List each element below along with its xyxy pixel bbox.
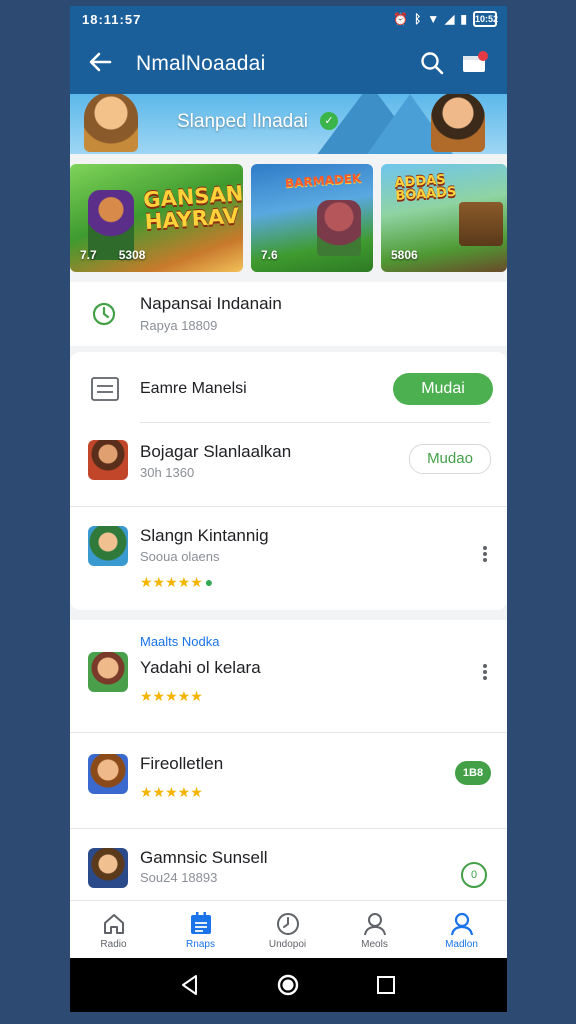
list-item-title: Bojagar Slanlaalkan (140, 442, 292, 461)
rating-stars: ★★★★★ ● (140, 574, 214, 590)
home-circle-icon[interactable] (274, 971, 302, 999)
divider (70, 828, 507, 829)
card-meta: 7.6 (261, 248, 278, 262)
clock-icon (277, 913, 299, 935)
recent-row[interactable]: Napansai Indanain Rapya 18809 (70, 282, 507, 346)
nav-item-meols[interactable]: Meols (331, 901, 418, 959)
card-meta: 7.7 5308 (80, 248, 145, 262)
thumb-icon: ● (204, 574, 214, 590)
card-downloads: 5806 (391, 248, 418, 262)
status-badge[interactable]: 0 (461, 862, 487, 888)
character-illustration (317, 200, 361, 256)
banner-text: Slanped Ilnadai (177, 111, 308, 132)
list-item-subtitle: 30h 1360 (140, 465, 195, 480)
wifi-icon: ▼ (427, 12, 440, 26)
account-icon (450, 912, 474, 936)
signal-icon: ◢ (445, 12, 455, 26)
featured-card[interactable]: GANSAN HAYRAV 7.7 5308 (70, 164, 243, 272)
nav-label: Madlon (445, 939, 478, 950)
recent-title: Napansai Indanain (140, 294, 282, 313)
game-logo: GANSAN HAYRAV (142, 181, 243, 235)
battery-icon: ▮ (460, 12, 467, 26)
status-badge[interactable]: 1B8 (455, 761, 491, 785)
game-icon (88, 526, 128, 566)
bottom-navigation: Radio Rnaps Undopoi Meols Madlon (70, 900, 507, 959)
divider (70, 506, 507, 507)
list-item-subtitle: Sou24 18893 (140, 870, 218, 885)
featured-card[interactable]: ADDAS BOAADS 5806 (381, 164, 507, 272)
battery-label: 10:52 (473, 11, 498, 27)
nav-label: Radio (100, 939, 127, 950)
clock-icon (92, 302, 116, 326)
more-options-icon[interactable] (481, 544, 489, 564)
back-triangle-icon[interactable] (176, 971, 204, 999)
nav-label: Meols (361, 939, 388, 950)
promo-banner[interactable]: Slanped Ilnadai ✓ (70, 94, 507, 154)
list-item-title: Slangn Kintannig (140, 526, 269, 545)
card-downloads: 5308 (118, 248, 146, 262)
notification-icon[interactable] (461, 50, 489, 74)
list-item-title: Fireolletlen (140, 754, 224, 773)
status-bar: 18:11:57 ⏰ ᛒ ▼ ◢ ▮ 10:52 (70, 6, 507, 32)
nav-label: Rnaps (186, 939, 215, 950)
list-item-title: Gamnsic Sunsell (140, 848, 268, 867)
rating-stars: ★★★★★ (140, 688, 203, 704)
page-title: NmalNoaadai (136, 52, 266, 75)
list-item-button[interactable]: Mudao (409, 444, 491, 474)
card-rating: 7.7 (80, 248, 97, 262)
nav-item-madlon[interactable]: Madlon (418, 901, 505, 959)
system-navigation-bar (70, 958, 507, 1012)
recent-subtitle: Rapya 18809 (140, 318, 218, 333)
rating-stars: ★★★★★ (140, 784, 203, 800)
nav-item-rnaps[interactable]: Rnaps (157, 901, 244, 959)
panel-header-title: Eamre Manelsi (140, 380, 247, 397)
phone-screen: 18:11:57 ⏰ ᛒ ▼ ◢ ▮ 10:52 NmalNoaadai Sla… (70, 6, 507, 1012)
featured-card[interactable]: BARMADEK 7.6 (251, 164, 373, 272)
status-icons: ⏰ ᛒ ▼ ◢ ▮ 10:52 (393, 11, 498, 27)
app-bar: NmalNoaadai (70, 32, 507, 94)
arrow-left-icon[interactable] (86, 48, 114, 76)
hut-illustration (459, 202, 503, 246)
home-icon (104, 914, 124, 934)
divider (140, 422, 490, 423)
card-rating: 7.6 (261, 248, 278, 262)
nav-item-radio[interactable]: Radio (70, 901, 157, 959)
status-time: 18:11:57 (82, 12, 142, 27)
list-item-title: Yadahi ol kelara (140, 658, 261, 677)
search-icon[interactable] (419, 50, 445, 76)
game-icon (88, 754, 128, 794)
divider (70, 732, 507, 733)
game-icon (88, 848, 128, 888)
list-item-subtitle: Sooua olaens (140, 549, 220, 564)
alarm-icon: ⏰ (393, 12, 409, 26)
nav-item-undopoi[interactable]: Undopoi (244, 901, 331, 959)
list-icon (90, 374, 120, 404)
bluetooth-icon: ᛒ (414, 12, 422, 26)
character-illustration-left (84, 94, 138, 152)
featured-carousel: GANSAN HAYRAV 7.7 5308 BARMADEK 7.6 ADDA… (70, 164, 507, 272)
check-icon: ✓ (320, 112, 338, 130)
character-illustration-right (431, 94, 485, 152)
panel-header-button[interactable]: Mudai (393, 373, 493, 405)
section-label[interactable]: Maalts Nodka (140, 634, 219, 649)
game-icon (88, 652, 128, 692)
more-options-icon[interactable] (481, 662, 489, 682)
game-icon (88, 440, 128, 480)
profile-icon (364, 913, 386, 936)
apps-icon (191, 912, 211, 934)
games-panel: Eamre Manelsi Mudai Bojagar Slanlaalkan … (70, 352, 507, 610)
card-meta: 5806 (391, 248, 418, 262)
section-panel (70, 620, 507, 906)
recents-square-icon[interactable] (372, 971, 400, 999)
nav-label: Undopoi (268, 939, 307, 950)
